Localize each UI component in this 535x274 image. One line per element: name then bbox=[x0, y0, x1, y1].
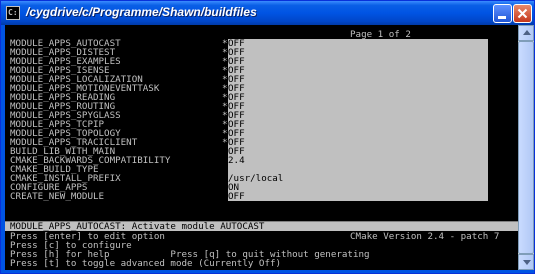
option-value[interactable]: OFF bbox=[228, 138, 488, 147]
option-value[interactable]: OFF bbox=[228, 66, 488, 75]
help-line: Press [t] to toggle advanced mode (Curre… bbox=[10, 258, 282, 269]
arrow-down-icon bbox=[523, 260, 531, 265]
close-icon bbox=[517, 8, 528, 19]
cmake-version-label: CMake Version 2.4 - patch 7 bbox=[350, 231, 500, 242]
option-value[interactable]: OFF bbox=[228, 48, 488, 57]
minimize-button[interactable] bbox=[493, 4, 512, 23]
option-value[interactable]: OFF bbox=[228, 120, 488, 129]
option-name: CREATE_NEW_MODULE bbox=[10, 191, 105, 202]
console-area[interactable]: Page 1 of 2 MODULE_APPS_AUTOCAST * OFF MODU… bbox=[5, 25, 518, 270]
option-value[interactable]: OFF bbox=[228, 129, 488, 138]
arrow-up-icon bbox=[523, 30, 531, 35]
option-value[interactable]: OFF bbox=[228, 39, 488, 48]
option-changed-marker: * bbox=[222, 137, 228, 148]
page-indicator: Page 1 of 2 bbox=[350, 29, 411, 40]
option-value[interactable]: ON bbox=[228, 183, 488, 192]
terminal-icon: C: bbox=[6, 6, 20, 20]
window-title: /cygdrive/c/Programme/Shawn/buildfiles bbox=[26, 5, 257, 19]
close-button[interactable] bbox=[513, 4, 532, 23]
option-value[interactable]: OFF bbox=[228, 75, 488, 84]
option-value[interactable]: /usr/local bbox=[228, 174, 488, 183]
minimize-icon bbox=[498, 16, 506, 19]
option-value[interactable]: 2.4 bbox=[228, 156, 488, 165]
scroll-thumb[interactable] bbox=[518, 41, 534, 254]
option-value[interactable]: OFF bbox=[228, 111, 488, 120]
terminal-window: C: /cygdrive/c/Programme/Shawn/buildfile… bbox=[0, 0, 535, 274]
option-value[interactable]: OFF bbox=[228, 102, 488, 111]
vertical-scrollbar[interactable] bbox=[518, 25, 534, 270]
scroll-up-button[interactable] bbox=[518, 25, 534, 41]
option-value[interactable]: OFF bbox=[228, 93, 488, 102]
title-bar[interactable]: C: /cygdrive/c/Programme/Shawn/buildfile… bbox=[1, 1, 534, 25]
option-value[interactable]: OFF bbox=[228, 57, 488, 66]
option-value[interactable]: OFF bbox=[228, 147, 488, 156]
status-line: MODULE_APPS_AUTOCAST: Activate module AU… bbox=[5, 222, 518, 231]
option-value[interactable]: OFF bbox=[228, 192, 488, 201]
option-value[interactable]: OFF bbox=[228, 84, 488, 93]
scroll-down-button[interactable] bbox=[518, 254, 534, 270]
